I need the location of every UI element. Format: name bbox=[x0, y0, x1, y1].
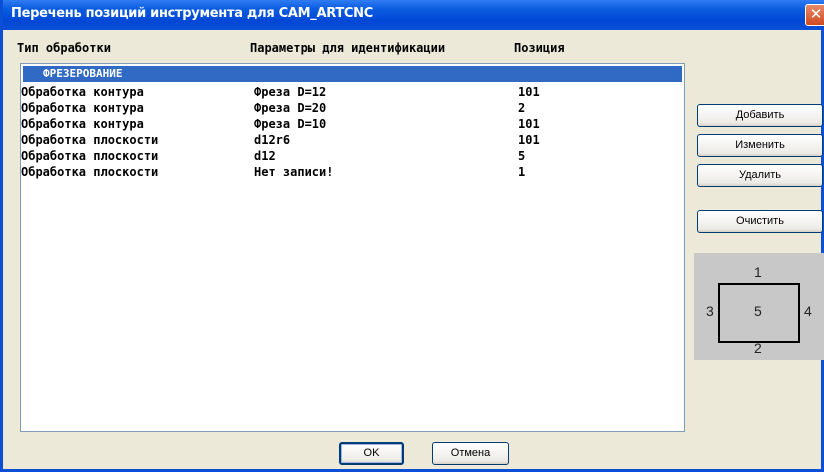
row-cell-params: Фреза D=12 bbox=[254, 85, 327, 99]
add-button[interactable]: Добавить bbox=[697, 104, 823, 127]
row-cell-type: Обработка контура bbox=[21, 101, 144, 115]
title-bar[interactable]: Перечень позиций инструмента для CAM_ART… bbox=[3, 0, 824, 30]
clear-button[interactable]: Очистить bbox=[697, 210, 823, 233]
list-row[interactable]: Обработка плоскости d12r6 101 bbox=[21, 132, 681, 149]
row-cell-position: 2 bbox=[518, 101, 526, 115]
row-cell-params: Нет записи! bbox=[254, 165, 334, 179]
ok-button[interactable]: OK bbox=[339, 442, 404, 465]
row-cell-type: Обработка плоскости bbox=[21, 165, 159, 179]
column-header-position: Позиция bbox=[514, 41, 565, 55]
position-diagram: 1 2 3 4 5 bbox=[694, 253, 824, 360]
column-header-type: Тип обработки bbox=[17, 41, 111, 55]
row-cell-type: Обработка плоскости bbox=[21, 149, 159, 163]
list-row[interactable]: Обработка контура Фреза D=12 101 bbox=[21, 84, 681, 101]
row-cell-type: Обработка плоскости bbox=[21, 133, 159, 147]
list-row[interactable]: Обработка контура Фреза D=20 2 bbox=[21, 100, 681, 117]
row-cell-position: 1 bbox=[518, 165, 526, 179]
tool-position-list[interactable]: ФРЕЗЕРОВАНИЕ Обработка контура Фреза D=12… bbox=[20, 63, 685, 432]
group-row-milling[interactable]: ФРЕЗЕРОВАНИЕ bbox=[23, 66, 682, 82]
row-cell-position: 101 bbox=[518, 133, 540, 147]
row-cell-position: 101 bbox=[518, 85, 540, 99]
cancel-button[interactable]: Отмена bbox=[432, 442, 509, 465]
list-row[interactable]: Обработка плоскости d12 5 bbox=[21, 148, 681, 165]
close-icon: ✕ bbox=[809, 5, 823, 23]
dialog-window: Перечень позиций инструмента для CAM_ART… bbox=[0, 0, 824, 472]
row-cell-position: 5 bbox=[518, 149, 526, 163]
diagram-label-right: 4 bbox=[804, 303, 812, 319]
row-cell-params: Фреза D=10 bbox=[254, 117, 327, 131]
window-title: Перечень позиций инструмента для CAM_ART… bbox=[11, 6, 373, 21]
edit-button[interactable]: Изменить bbox=[697, 134, 823, 157]
row-cell-type: Обработка контура bbox=[21, 85, 144, 99]
row-cell-position: 101 bbox=[518, 117, 540, 131]
column-header-params: Параметры для идентификации bbox=[250, 41, 446, 55]
row-cell-type: Обработка контура bbox=[21, 117, 144, 131]
list-row[interactable]: Обработка контура Фреза D=10 101 bbox=[21, 116, 681, 133]
row-cell-params: d12 bbox=[254, 149, 276, 163]
diagram-label-bottom: 2 bbox=[754, 340, 762, 356]
row-cell-params: d12r6 bbox=[254, 133, 291, 147]
diagram-label-left: 3 bbox=[706, 303, 714, 319]
delete-button[interactable]: Удалить bbox=[697, 164, 823, 187]
list-row[interactable]: Обработка плоскости Нет записи! 1 bbox=[21, 164, 681, 181]
close-button[interactable]: ✕ bbox=[805, 4, 824, 26]
diagram-label-top: 1 bbox=[754, 264, 762, 280]
row-cell-params: Фреза D=20 bbox=[254, 101, 327, 115]
diagram-label-center: 5 bbox=[754, 303, 762, 319]
